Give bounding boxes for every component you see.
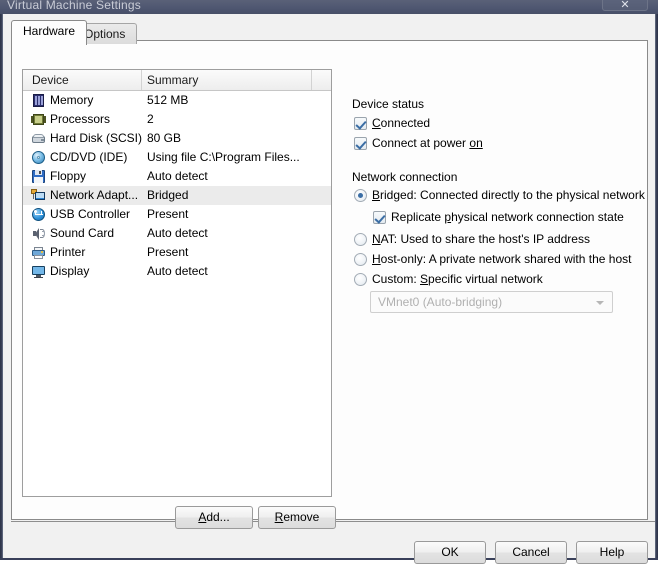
chevron-down-icon	[596, 301, 604, 305]
cancel-button[interactable]: Cancel	[495, 541, 567, 564]
device-name: Hard Disk (SCSI)	[50, 131, 143, 145]
device-summary: Present	[147, 207, 189, 221]
device-rows: Memory 512 MB Processors 2 Hard Disk (SC…	[23, 91, 331, 281]
tab-hardware[interactable]: Hardware	[11, 20, 88, 45]
device-name: USB Controller	[50, 207, 131, 221]
device-summary: Auto detect	[147, 169, 208, 183]
floppy-icon	[31, 169, 46, 184]
column-divider	[311, 70, 312, 90]
device-status-heading: Device status	[352, 97, 425, 111]
device-name: Network Adapt...	[50, 188, 139, 202]
radio-bridged-control[interactable]	[354, 189, 367, 202]
column-header-summary[interactable]: Summary	[147, 73, 198, 87]
device-summary: Bridged	[147, 188, 189, 202]
close-button[interactable]: ✕	[602, 0, 648, 11]
replicate-physical-state-checkbox[interactable]	[373, 211, 386, 224]
table-row[interactable]: CD/DVD (IDE) Using file C:\Program Files…	[23, 148, 331, 167]
radio-custom-label: Custom: Specific virtual network	[372, 272, 543, 286]
memory-icon	[31, 93, 46, 108]
column-header-device[interactable]: Device	[32, 73, 69, 87]
table-row[interactable]: Memory 512 MB	[23, 91, 331, 110]
replicate-physical-state-label: Replicate physical network connection st…	[391, 210, 624, 224]
radio-nat-control[interactable]	[354, 233, 367, 246]
device-summary: Auto detect	[147, 226, 208, 240]
cd-dvd-icon	[31, 150, 46, 165]
radio-bridged-label: Bridged: Connected directly to the physi…	[372, 188, 645, 202]
device-summary: 2	[147, 112, 154, 126]
connect-at-power-on-label: Connect at power on	[372, 136, 483, 150]
device-name: Memory	[50, 93, 94, 107]
hardware-tab-panel: Device Summary Memory 512 MB Processors …	[11, 40, 648, 529]
vmnet-selected-value: VMnet0 (Auto-bridging)	[378, 295, 503, 309]
device-name: Floppy	[50, 169, 87, 183]
radio-host-only-label: Host-only: A private network shared with…	[372, 252, 632, 266]
window-title: Virtual Machine Settings	[7, 0, 141, 12]
ok-button[interactable]: OK	[414, 541, 486, 564]
radio-host-only-control[interactable]	[354, 253, 367, 266]
radio-nat-label: NAT: Used to share the host's IP address	[372, 232, 590, 246]
device-name: CD/DVD (IDE)	[50, 150, 128, 164]
client-area: Hardware Options Device Summary Memory 5…	[3, 14, 655, 564]
printer-icon	[31, 245, 46, 260]
device-summary: Using file C:\Program Files...	[147, 150, 300, 164]
table-row[interactable]: Display Auto detect	[23, 262, 331, 281]
device-name: Display	[50, 264, 90, 278]
virtual-machine-settings-window: Virtual Machine Settings ✕ Hardware Opti…	[0, 0, 658, 564]
connected-label: Connected	[372, 116, 431, 130]
hard-disk-icon	[31, 131, 46, 146]
device-summary: Present	[147, 245, 189, 259]
connected-checkbox[interactable]	[354, 117, 367, 130]
remove-button-accel: R	[274, 510, 284, 524]
usb-controller-icon	[31, 207, 46, 222]
column-divider	[141, 70, 142, 90]
table-row[interactable]: Sound Card Auto detect	[23, 224, 331, 243]
device-summary: 80 GB	[147, 131, 182, 145]
radio-custom-control[interactable]	[354, 273, 367, 286]
table-row-selected[interactable]: Network Adapt... Bridged	[23, 186, 331, 205]
device-name: Processors	[50, 112, 111, 126]
remove-button-label: emove	[283, 510, 320, 524]
table-row[interactable]: Processors 2	[23, 110, 331, 129]
connect-at-power-on-checkbox[interactable]	[354, 137, 367, 150]
remove-button[interactable]: Remove	[258, 506, 336, 529]
table-row[interactable]: USB Controller Present	[23, 205, 331, 224]
title-bar: Virtual Machine Settings ✕	[0, 0, 658, 14]
device-summary: Auto detect	[147, 264, 208, 278]
device-list-header: Device Summary	[23, 70, 331, 91]
network-connection-heading: Network connection	[352, 170, 458, 184]
add-button-label: dd...	[206, 510, 230, 524]
add-button[interactable]: Add...	[175, 506, 253, 529]
network-adapter-icon	[31, 188, 46, 203]
device-name: Printer	[50, 245, 86, 259]
sound-card-icon	[31, 226, 46, 241]
device-list[interactable]: Device Summary Memory 512 MB Processors …	[22, 69, 332, 497]
table-row[interactable]: Floppy Auto detect	[23, 167, 331, 186]
processor-icon	[31, 112, 46, 127]
table-row[interactable]: Hard Disk (SCSI) 80 GB	[23, 129, 331, 148]
device-name: Sound Card	[50, 226, 115, 240]
help-button[interactable]: Help	[576, 541, 648, 564]
device-summary: 512 MB	[147, 93, 189, 107]
table-row[interactable]: Printer Present	[23, 243, 331, 262]
close-icon: ✕	[620, 0, 630, 11]
display-icon	[31, 264, 46, 279]
vmnet-dropdown[interactable]: VMnet0 (Auto-bridging)	[370, 291, 613, 313]
